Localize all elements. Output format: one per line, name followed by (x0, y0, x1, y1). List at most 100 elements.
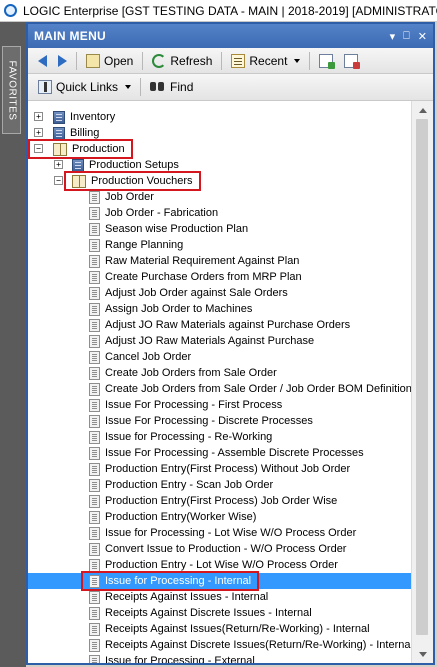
add-favorite-button[interactable] (315, 52, 337, 70)
tree-node-content[interactable]: Issue for Processing - Internal (87, 573, 253, 589)
tree-node[interactable]: Receipts Against Issues(Return/Re-Workin… (28, 621, 411, 637)
tree-node-content[interactable]: Production Setups (70, 157, 181, 173)
tree-node[interactable]: Production Entry - Lot Wise W/O Process … (28, 557, 411, 573)
tree-node-content[interactable]: Production Entry - Scan Job Order (87, 477, 275, 493)
doc-icon (89, 286, 100, 300)
tree-node-content[interactable]: Receipts Against Discrete Issues(Return/… (87, 637, 411, 653)
tree-node-content[interactable]: Assign Job Order to Machines (87, 301, 254, 317)
tree-node-content[interactable]: Issue For Processing - Assemble Discrete… (87, 445, 366, 461)
tree-node[interactable]: + Billing (28, 125, 411, 141)
tree-node[interactable]: Create Job Orders from Sale Order (28, 365, 411, 381)
tree-node[interactable]: Issue For Processing - Discrete Processe… (28, 413, 411, 429)
tree-node[interactable]: Issue for Processing - External (28, 653, 411, 663)
tree-node[interactable]: Issue For Processing - First Process (28, 397, 411, 413)
tree-node-content[interactable]: Raw Material Requirement Against Plan (87, 253, 301, 269)
tree-node-content[interactable]: Cancel Job Order (87, 349, 193, 365)
tree-node-label: Range Planning (105, 239, 184, 251)
tree-node-content[interactable]: Production Entry(Worker Wise) (87, 509, 258, 525)
tree-node-label: Issue For Processing - Assemble Discrete… (105, 447, 364, 459)
find-button[interactable]: Find (146, 78, 197, 96)
tree-node-content[interactable]: Receipts Against Discrete Issues - Inter… (87, 605, 314, 621)
panel-close-icon[interactable]: ✕ (418, 30, 427, 43)
tree-node-content[interactable]: Production (51, 141, 127, 157)
tree-node[interactable]: Production Entry(Worker Wise) (28, 509, 411, 525)
tree-node-content[interactable]: Issue For Processing - Discrete Processe… (87, 413, 315, 429)
doc-icon (89, 526, 100, 540)
tree-node[interactable]: Job Order (28, 189, 411, 205)
panel-pin-icon[interactable]: ⎕ (403, 30, 410, 43)
tree-node[interactable]: Convert Issue to Production - W/O Proces… (28, 541, 411, 557)
tree-node-content[interactable]: Inventory (51, 109, 117, 125)
tree-node-content[interactable]: Production Entry - Lot Wise W/O Process … (87, 557, 340, 573)
panel-dropdown-icon[interactable]: ▾ (390, 30, 396, 43)
collapse-icon[interactable]: − (54, 176, 63, 185)
back-button[interactable] (34, 53, 51, 69)
tree-node-content[interactable]: Create Job Orders from Sale Order (87, 365, 279, 381)
tree-node[interactable]: Issue for Processing - Lot Wise W/O Proc… (28, 525, 411, 541)
tree-node[interactable]: Receipts Against Issues - Internal (28, 589, 411, 605)
vertical-scrollbar[interactable] (411, 101, 433, 663)
tree-node-content[interactable]: Adjust JO Raw Materials against Purchase… (87, 317, 352, 333)
tree-node[interactable]: Create Job Orders from Sale Order / Job … (28, 381, 411, 397)
tree-node[interactable]: Job Order - Fabrication (28, 205, 411, 221)
quick-links-button[interactable]: Quick Links (34, 78, 135, 96)
tree-node-content[interactable]: Production Entry(First Process) Job Orde… (87, 493, 339, 509)
tree-node-content[interactable]: Range Planning (87, 237, 185, 253)
tree-node[interactable]: − Production (28, 139, 411, 159)
tree-node[interactable]: Receipts Against Discrete Issues - Inter… (28, 605, 411, 621)
favorites-tab[interactable]: FAVORITES (2, 46, 21, 134)
tree-node[interactable]: Raw Material Requirement Against Plan (28, 253, 411, 269)
tree-node[interactable]: Adjust JO Raw Materials Against Purchase (28, 333, 411, 349)
tree-node-content[interactable]: Season wise Production Plan (87, 221, 250, 237)
tree-node-content[interactable]: Issue For Processing - First Process (87, 397, 284, 413)
tree-node-content[interactable]: Create Job Orders from Sale Order / Job … (87, 381, 411, 397)
collapse-icon[interactable]: − (34, 144, 43, 153)
tree-node-content[interactable]: Adjust JO Raw Materials Against Purchase (87, 333, 316, 349)
expand-icon[interactable]: + (34, 112, 43, 121)
forward-button[interactable] (54, 53, 71, 69)
recent-button[interactable]: Recent (227, 52, 304, 70)
tree-node[interactable]: Receipts Against Discrete Issues(Return/… (28, 637, 411, 653)
tree-node[interactable]: Assign Job Order to Machines (28, 301, 411, 317)
tree-node-content[interactable]: Convert Issue to Production - W/O Proces… (87, 541, 348, 557)
tree-node-content[interactable]: Job Order (87, 189, 156, 205)
open-button[interactable]: Open (82, 52, 137, 70)
scroll-thumb[interactable] (416, 119, 428, 635)
tree-node-content[interactable]: Create Purchase Orders from MRP Plan (87, 269, 304, 285)
tree-node[interactable]: Adjust Job Order against Sale Orders (28, 285, 411, 301)
main-toolbar: Open Refresh Recent (28, 48, 433, 74)
remove-favorite-button[interactable] (340, 52, 362, 70)
tree-node-content[interactable]: Issue for Processing - Lot Wise W/O Proc… (87, 525, 358, 541)
tree-node[interactable]: Range Planning (28, 237, 411, 253)
header-controls: ▾ ⎕ ✕ (390, 30, 427, 43)
tree-node[interactable]: Issue for Processing - Re-Working (28, 429, 411, 445)
tree-node[interactable]: Adjust JO Raw Materials against Purchase… (28, 317, 411, 333)
tree-node[interactable]: − Production Vouchers (28, 171, 411, 191)
tree-node-content[interactable]: Job Order - Fabrication (87, 205, 220, 221)
tree-node-content[interactable]: Receipts Against Issues - Internal (87, 589, 270, 605)
tree-node[interactable]: + Production Setups (28, 157, 411, 173)
scroll-up-button[interactable] (413, 102, 432, 118)
tree-node[interactable]: Production Entry - Scan Job Order (28, 477, 411, 493)
tree-node[interactable]: Production Entry(First Process) Without … (28, 461, 411, 477)
tree-node[interactable]: Production Entry(First Process) Job Orde… (28, 493, 411, 509)
tree-node-content[interactable]: Adjust Job Order against Sale Orders (87, 285, 290, 301)
tree-node-content[interactable]: Billing (51, 125, 101, 141)
tree-node[interactable]: Issue For Processing - Assemble Discrete… (28, 445, 411, 461)
tree-node[interactable]: Cancel Job Order (28, 349, 411, 365)
tree-node[interactable]: Season wise Production Plan (28, 221, 411, 237)
expand-icon[interactable]: + (54, 160, 63, 169)
tree-node-label: Adjust JO Raw Materials against Purchase… (105, 319, 351, 331)
tree-node-content[interactable]: Issue for Processing - Re-Working (87, 429, 274, 445)
refresh-button[interactable]: Refresh (148, 52, 216, 70)
tree-node-content[interactable]: Production Vouchers (70, 173, 195, 189)
tree-node[interactable]: Issue for Processing - Internal (28, 571, 411, 591)
tree-node-content[interactable]: Issue for Processing - External (87, 653, 257, 663)
tree-node-label: Adjust Job Order against Sale Orders (105, 287, 288, 299)
tree-node[interactable]: + Inventory (28, 109, 411, 125)
tree-node-content[interactable]: Receipts Against Issues(Return/Re-Workin… (87, 621, 372, 637)
expand-icon[interactable]: + (34, 128, 43, 137)
tree-node[interactable]: Create Purchase Orders from MRP Plan (28, 269, 411, 285)
tree-node-content[interactable]: Production Entry(First Process) Without … (87, 461, 352, 477)
scroll-down-button[interactable] (413, 646, 432, 662)
